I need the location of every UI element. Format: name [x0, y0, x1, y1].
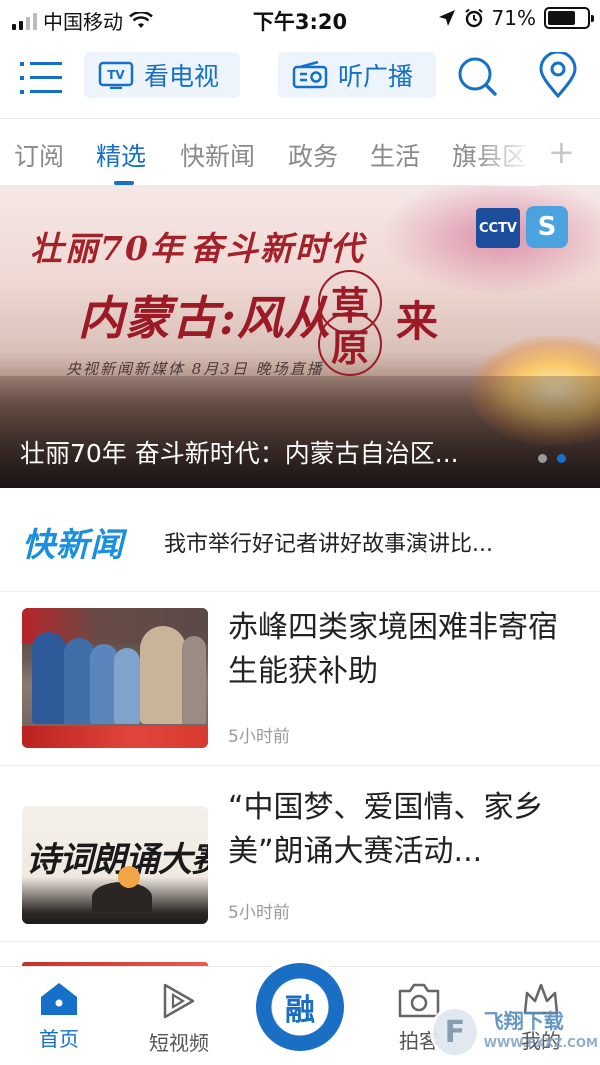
- status-right: 71%: [438, 6, 594, 30]
- add-channel-button[interactable]: +: [548, 133, 575, 171]
- news-title[interactable]: “中国梦、爱国情、家乡美”朗诵大赛活动...: [228, 786, 578, 874]
- watermark: F 飞翔下载 WWW.FXXZ.COM: [430, 1002, 598, 1062]
- hamburger-menu-icon[interactable]: [20, 58, 62, 98]
- news-thumbnail: [22, 608, 208, 748]
- watch-tv-button[interactable]: TV 看电视: [84, 52, 240, 98]
- cctv-logo: CCTV: [476, 208, 520, 248]
- tab-home-label: 首页: [39, 1027, 79, 1051]
- watermark-url: WWW.FXXZ.COM: [483, 1036, 598, 1050]
- listen-radio-label: 听广播: [338, 62, 414, 91]
- radio-icon: [292, 61, 328, 89]
- tab-home[interactable]: 首页: [14, 981, 104, 1052]
- news-title[interactable]: 赤峰四类家境困难非寄宿生能获补助: [228, 606, 578, 694]
- banner-headline-end: 来: [396, 297, 439, 346]
- battery-icon: [544, 7, 594, 29]
- banner-circle-yuan: 原: [318, 312, 382, 376]
- news-item[interactable]: 诗词朗诵大赛 “中国梦、爱国情、家乡美”朗诵大赛活动... 5小时前: [0, 768, 600, 942]
- news-time: 5小时前: [228, 903, 290, 923]
- thumbnail-calligraphy: 诗词朗诵大赛: [26, 840, 208, 880]
- play-icon: [163, 983, 195, 1019]
- news-thumbnail: 诗词朗诵大赛: [22, 806, 208, 924]
- tab-featured[interactable]: 精选: [96, 137, 146, 173]
- tab-short-video[interactable]: 短视频: [134, 981, 224, 1056]
- carousel-dots: [538, 454, 566, 463]
- listen-radio-button[interactable]: 听广播: [278, 52, 436, 98]
- banner-headline: 内蒙古:风从: [78, 291, 331, 345]
- tab-subscribe[interactable]: 订阅: [14, 137, 64, 173]
- news-item[interactable]: 赤峰四类家境困难非寄宿生能获补助 5小时前: [0, 592, 600, 766]
- battery-percent: 71%: [491, 6, 536, 30]
- watch-tv-label: 看电视: [144, 62, 220, 91]
- featured-banner[interactable]: 壮丽70年 奋斗新时代 内蒙古:风从 草 原 来 央视新闻新媒体 8月3日 晚场…: [0, 186, 600, 488]
- tv-icon: TV: [98, 61, 134, 89]
- channel-tabs: 订阅 精选 快新闻 政务 生活 旗县区 +: [0, 118, 600, 186]
- quick-news-headline[interactable]: 我市举行好记者讲好故事演讲比...: [164, 526, 574, 558]
- location-pin-icon[interactable]: [538, 52, 578, 98]
- tab-life[interactable]: 生活: [370, 137, 420, 173]
- search-icon[interactable]: [456, 55, 498, 97]
- active-tab-indicator: [114, 181, 134, 185]
- banner-grassland: [0, 376, 600, 488]
- svg-text:TV: TV: [107, 68, 125, 82]
- app-logo-icon: S: [526, 206, 568, 248]
- carousel-dot-active[interactable]: [557, 454, 566, 463]
- rong-center-button[interactable]: 融: [250, 957, 350, 1057]
- tab-short-video-label: 短视频: [149, 1031, 209, 1055]
- home-icon: [41, 983, 77, 1015]
- rong-center-icon: 融: [256, 963, 344, 1051]
- tab-fade: [470, 120, 540, 186]
- tab-government[interactable]: 政务: [288, 137, 338, 173]
- watermark-title: 飞翔下载: [483, 1009, 564, 1033]
- carousel-dot[interactable]: [538, 454, 547, 463]
- news-time: 5小时前: [228, 727, 290, 747]
- watermark-text: 飞翔下载 WWW.FXXZ.COM: [484, 1010, 598, 1054]
- alarm-icon: [464, 8, 483, 28]
- banner-subtitle: 央视新闻新媒体 8月3日 晚场直播: [66, 360, 324, 378]
- quick-news-logo: 快新闻: [22, 525, 124, 564]
- banner-caption: 壮丽70年 奋斗新时代：内蒙古自治区...: [20, 439, 459, 468]
- banner-slogan-b: 奋斗新时代: [190, 229, 365, 268]
- tab-quick-news[interactable]: 快新闻: [180, 137, 255, 173]
- location-arrow-icon: [438, 10, 455, 26]
- banner-slogan-a: 壮丽70年: [30, 229, 185, 268]
- watermark-logo-icon: F: [430, 1006, 480, 1058]
- quick-news-bar[interactable]: 快新闻 我市举行好记者讲好故事演讲比...: [0, 488, 600, 592]
- top-nav: TV 看电视 听广播: [0, 40, 600, 118]
- status-bar: 中国移动 下午3:20 71%: [0, 0, 600, 40]
